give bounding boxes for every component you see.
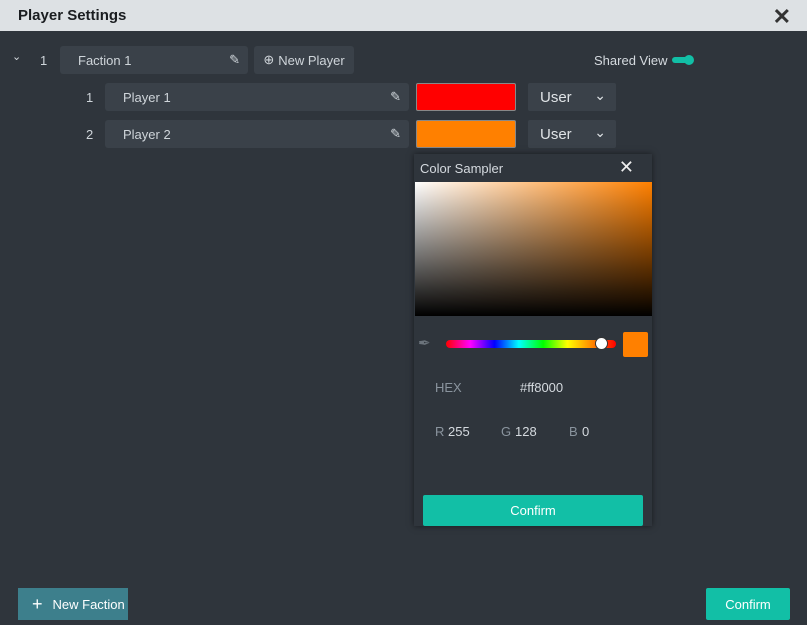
pencil-icon[interactable]: ✎ <box>390 126 401 142</box>
hex-label: HEX <box>435 380 462 395</box>
shared-view-toggle[interactable] <box>672 55 694 65</box>
g-input[interactable]: 128 <box>515 424 537 439</box>
faction-name-field[interactable]: Faction 1 ✎ <box>60 46 248 74</box>
title-bar: Player Settings ✕ <box>0 0 807 31</box>
player-name-field[interactable]: Player 2 ✎ <box>105 120 409 148</box>
chevron-down-icon[interactable]: ⌄ <box>12 50 21 63</box>
sampler-confirm-button[interactable]: Confirm <box>423 495 643 526</box>
b-input[interactable]: 0 <box>582 424 589 439</box>
role-select[interactable]: User ⌄ <box>528 83 616 111</box>
player-name: Player 2 <box>123 126 171 142</box>
confirm-label: Confirm <box>725 596 771 612</box>
plus-circle-icon: ⊕ <box>263 52 275 67</box>
shared-view-label: Shared View <box>594 53 668 68</box>
r-input[interactable]: 255 <box>448 424 470 439</box>
pencil-icon[interactable]: ✎ <box>390 89 401 105</box>
plus-icon: + <box>32 593 43 614</box>
player-index: 1 <box>86 90 94 105</box>
g-label: G <box>501 424 512 439</box>
confirm-button[interactable]: Confirm <box>706 588 790 620</box>
close-icon[interactable]: ✕ <box>619 157 634 178</box>
eyedropper-icon[interactable]: ✒ <box>418 334 431 352</box>
b-label: B <box>569 424 578 439</box>
r-label: R <box>435 424 445 439</box>
new-player-label: New Player <box>278 52 345 68</box>
chevron-down-icon: ⌄ <box>594 124 606 140</box>
saturation-value-picker[interactable] <box>415 182 652 316</box>
new-player-button[interactable]: ⊕ New Player <box>254 46 354 74</box>
role-value: User <box>540 125 572 143</box>
faction-index: 1 <box>40 53 48 68</box>
dialog-title: Player Settings <box>18 7 127 24</box>
player-index: 2 <box>86 127 94 142</box>
hue-slider-handle[interactable] <box>595 337 609 350</box>
color-sampler-title: Color Sampler <box>420 161 504 176</box>
hue-slider[interactable] <box>446 337 616 350</box>
color-sampler-popup: Color Sampler ✕ ✒ HEX #ff8000 R 255 G 12… <box>414 154 652 526</box>
chevron-down-icon: ⌄ <box>594 87 606 103</box>
role-value: User <box>540 88 572 106</box>
hex-input[interactable]: #ff8000 <box>520 380 563 395</box>
color-preview <box>623 332 648 357</box>
role-select[interactable]: User ⌄ <box>528 120 616 148</box>
player-name-field[interactable]: Player 1 ✎ <box>105 83 409 111</box>
player-color-swatch[interactable] <box>416 120 516 148</box>
new-faction-button[interactable]: + New Faction <box>18 588 128 620</box>
close-icon[interactable]: ✕ <box>773 4 791 30</box>
player-name: Player 1 <box>123 89 171 105</box>
player-color-swatch[interactable] <box>416 83 516 111</box>
sampler-confirm-label: Confirm <box>510 503 556 518</box>
pencil-icon[interactable]: ✎ <box>229 52 240 68</box>
new-faction-label: New Faction <box>52 596 125 612</box>
faction-name: Faction 1 <box>78 52 132 68</box>
